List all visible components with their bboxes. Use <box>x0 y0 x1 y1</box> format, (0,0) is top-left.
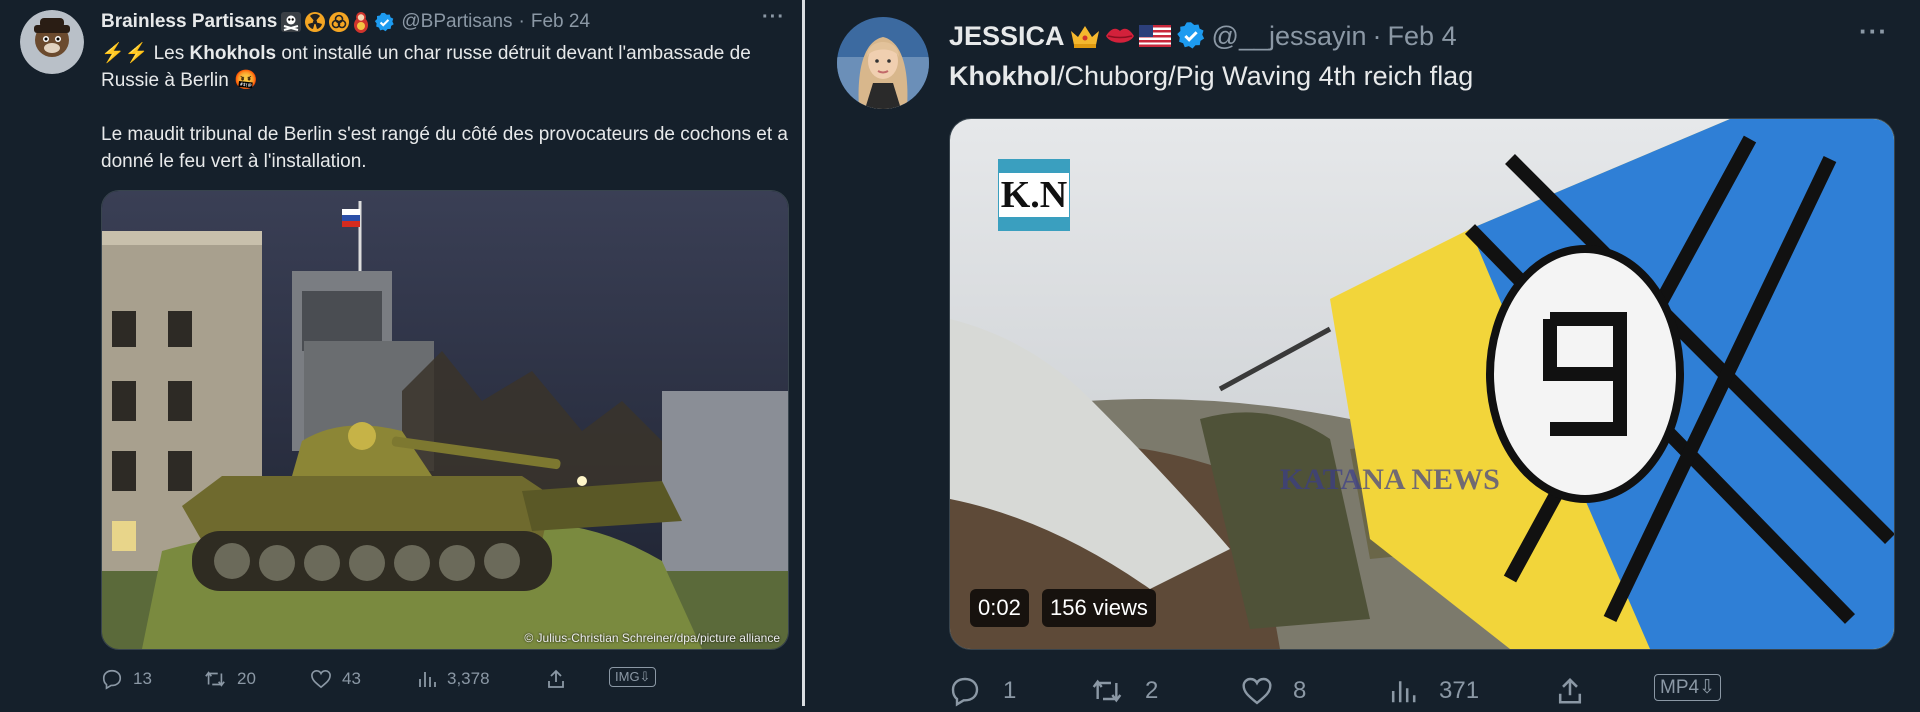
tweet-date[interactable]: Feb 24 <box>531 11 590 33</box>
tweet-jessica[interactable]: JESSICA @__jessayin · Feb 4 ··· Khokhol/… <box>805 0 1920 707</box>
tweet-header: Brainless Partisans @BPartisans · Feb 24 <box>101 10 590 34</box>
lips-icon <box>1105 25 1135 47</box>
tweet-date[interactable]: Feb 4 <box>1388 21 1457 52</box>
verified-badge-icon <box>374 12 395 33</box>
reply-count: 13 <box>133 669 152 688</box>
views-count: 371 <box>1439 677 1480 704</box>
repost-icon <box>203 668 227 690</box>
biohazard-icon <box>329 12 350 32</box>
tweet-text-line1-prefix: ⚡⚡ Les <box>101 43 190 64</box>
reply-count: 1 <box>1003 677 1017 704</box>
author-name[interactable]: Brainless Partisans <box>101 11 277 33</box>
radioactive-icon <box>305 12 326 32</box>
tweet-header: JESSICA @__jessayin · Feb 4 <box>949 17 1457 55</box>
avatar[interactable] <box>20 10 84 74</box>
separator-dot: · <box>1372 20 1382 51</box>
author-handle[interactable]: @__jessayin <box>1212 21 1367 52</box>
more-icon[interactable]: ··· <box>1859 16 1888 47</box>
tweet-text-bold: Khokhols <box>189 43 277 64</box>
views-icon <box>1389 677 1417 705</box>
heart-icon <box>310 669 332 689</box>
author-handle[interactable]: @BPartisans <box>401 11 512 33</box>
more-icon[interactable]: ··· <box>762 6 785 29</box>
views-count: 3,378 <box>447 669 490 688</box>
video-watermark: KATANA NEWS <box>1280 463 1500 496</box>
share-icon <box>546 668 566 690</box>
tweet-text: ⚡⚡ Les Khokhols ont installé un char rus… <box>101 40 791 202</box>
repost-count: 20 <box>237 669 256 688</box>
download-image-button[interactable]: IMG⇩ <box>609 667 657 687</box>
repost-button[interactable]: 20 <box>203 665 256 693</box>
video-logo: K.N <box>998 159 1070 231</box>
like-button[interactable]: 43 <box>310 665 361 693</box>
crown-icon <box>1069 23 1101 49</box>
like-count: 8 <box>1293 677 1307 704</box>
heart-icon <box>1241 676 1273 706</box>
verified-badge-icon <box>1176 21 1206 51</box>
tweet-text-paragraph2: Le maudit tribunal de Berlin s'est rangé… <box>101 124 788 172</box>
skull-crossbones-icon <box>281 12 302 32</box>
tweet-video[interactable]: KATANA NEWS K.N 0:02 156 views <box>949 118 1895 650</box>
tweet-text: Khokhol/Chuborg/Pig Waving 4th reich fla… <box>949 58 1473 94</box>
download-video-button[interactable]: MP4⇩ <box>1654 674 1721 701</box>
author-name[interactable]: JESSICA <box>949 21 1065 52</box>
tweet-text-rest: /Chuborg/Pig Waving 4th reich flag <box>1057 61 1474 91</box>
tweet-text-bold: Khokhol <box>949 61 1057 91</box>
tweet-image[interactable]: © Julius-Christian Schreiner/dpa/picture… <box>101 190 789 650</box>
tweet-brainless-partisans[interactable]: Brainless Partisans @BPartisans · Feb 24… <box>0 0 802 706</box>
views-button[interactable]: 3,378 <box>417 665 490 693</box>
video-duration: 0:02 <box>970 589 1029 627</box>
separator-dot: · <box>518 11 525 32</box>
us-flag-icon <box>1138 25 1171 47</box>
video-logo-text: K.N <box>998 173 1070 217</box>
share-button[interactable] <box>546 665 566 693</box>
reply-icon <box>101 668 123 690</box>
doll-icon <box>353 11 369 33</box>
like-count: 43 <box>342 669 361 688</box>
reply-button[interactable]: 13 <box>101 665 152 693</box>
video-views: 156 views <box>1042 589 1156 627</box>
repost-count: 2 <box>1145 677 1159 704</box>
views-icon <box>417 669 437 689</box>
reply-icon <box>949 675 981 707</box>
photo-credit: © Julius-Christian Schreiner/dpa/picture… <box>524 631 780 645</box>
avatar[interactable] <box>837 17 929 109</box>
share-icon <box>1556 675 1584 707</box>
repost-icon <box>1089 675 1125 707</box>
